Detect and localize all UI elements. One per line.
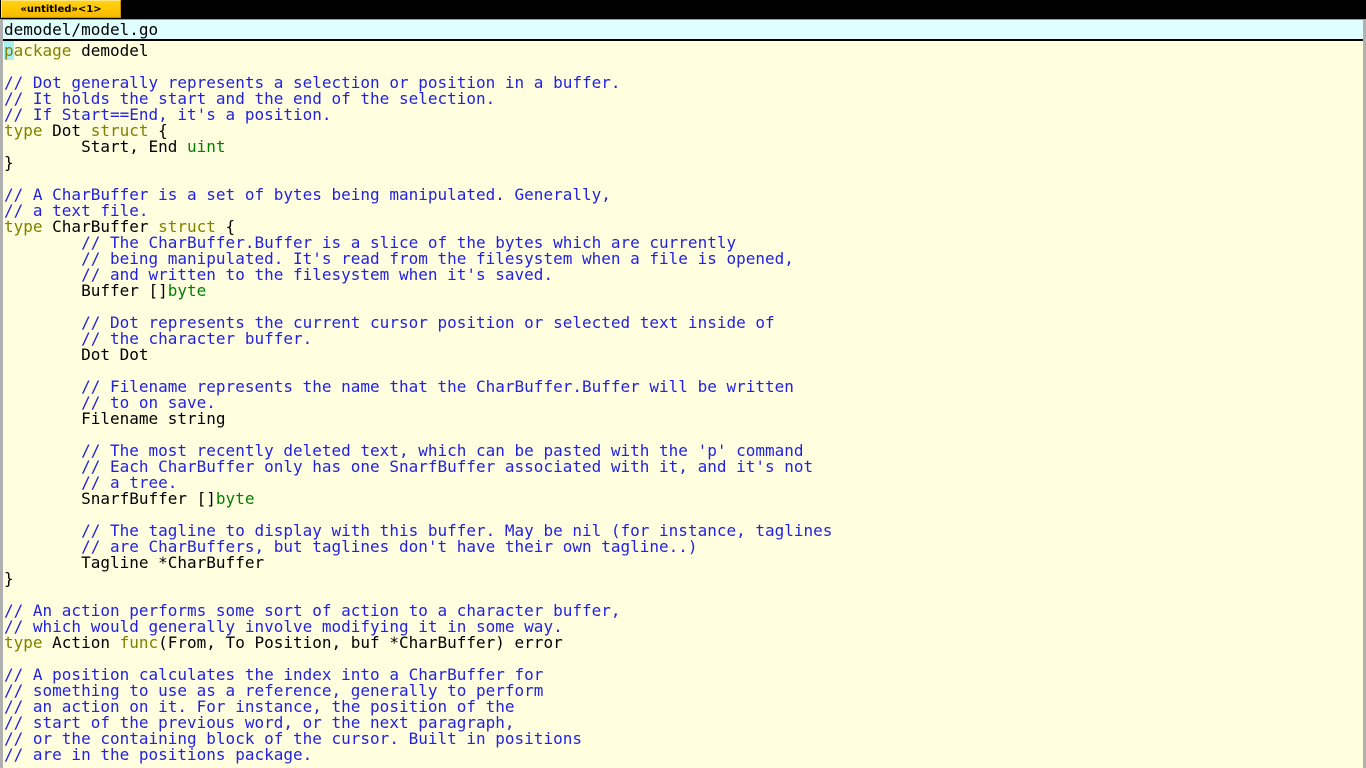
code-line: // Each CharBuffer only has one SnarfBuf… (4, 459, 1363, 475)
code-line: // and written to the filesystem when it… (4, 267, 1363, 283)
code-token: Start, End (4, 137, 188, 156)
document-tab-label: «untitled»<1> (20, 3, 102, 15)
code-line: SnarfBuffer []byte (4, 491, 1363, 507)
code-token: SnarfBuffer [] (4, 489, 216, 508)
document-tab-untitled[interactable]: «untitled»<1> (1, 0, 121, 18)
code-token: Tagline *CharBuffer (4, 553, 265, 572)
titlebar: «untitled»<1> (0, 0, 1366, 19)
code-line: Filename string (4, 411, 1363, 427)
code-token: byte (167, 281, 207, 300)
code-token: Dot Dot (4, 345, 149, 364)
code-token: // are in the positions package. (4, 745, 313, 764)
window-frame: demodel/model.go package demodel // Dot … (0, 19, 1366, 768)
code-text[interactable]: package demodel // Dot generally represe… (4, 41, 1363, 763)
code-line: } (4, 155, 1363, 171)
file-path-bar[interactable]: demodel/model.go (3, 20, 1363, 41)
file-path-label: demodel/model.go (4, 20, 159, 39)
code-line: // the character buffer. (4, 331, 1363, 347)
code-line: } (4, 571, 1363, 587)
code-editor-area[interactable]: package demodel // Dot generally represe… (3, 41, 1363, 767)
code-token: (From, To Position, buf *CharBuffer) err… (158, 633, 563, 652)
code-line: Tagline *CharBuffer (4, 555, 1363, 571)
code-line: Start, End uint (4, 139, 1363, 155)
code-token: demodel (71, 41, 149, 60)
code-token: byte (215, 489, 255, 508)
code-line: package demodel (4, 41, 1363, 60)
code-token: // Each CharBuffer only has one SnarfBuf… (81, 457, 814, 476)
code-line: Dot Dot (4, 347, 1363, 363)
code-line: // are in the positions package. (4, 747, 1363, 763)
code-line: Buffer []byte (4, 283, 1363, 299)
code-line: type Action func(From, To Position, buf … (4, 635, 1363, 651)
code-line: // If Start==End, it's a position. (4, 107, 1363, 123)
code-token: Buffer [] (4, 281, 168, 300)
code-token: Filename string (4, 409, 226, 428)
editor-window: «untitled»<1> demodel/model.go package d… (0, 0, 1366, 768)
code-line: // A CharBuffer is a set of bytes being … (4, 187, 1363, 203)
code-token: func (119, 633, 159, 652)
code-token: uint (187, 137, 226, 156)
code-token: Action (42, 633, 120, 652)
code-token: ackage (13, 41, 72, 60)
